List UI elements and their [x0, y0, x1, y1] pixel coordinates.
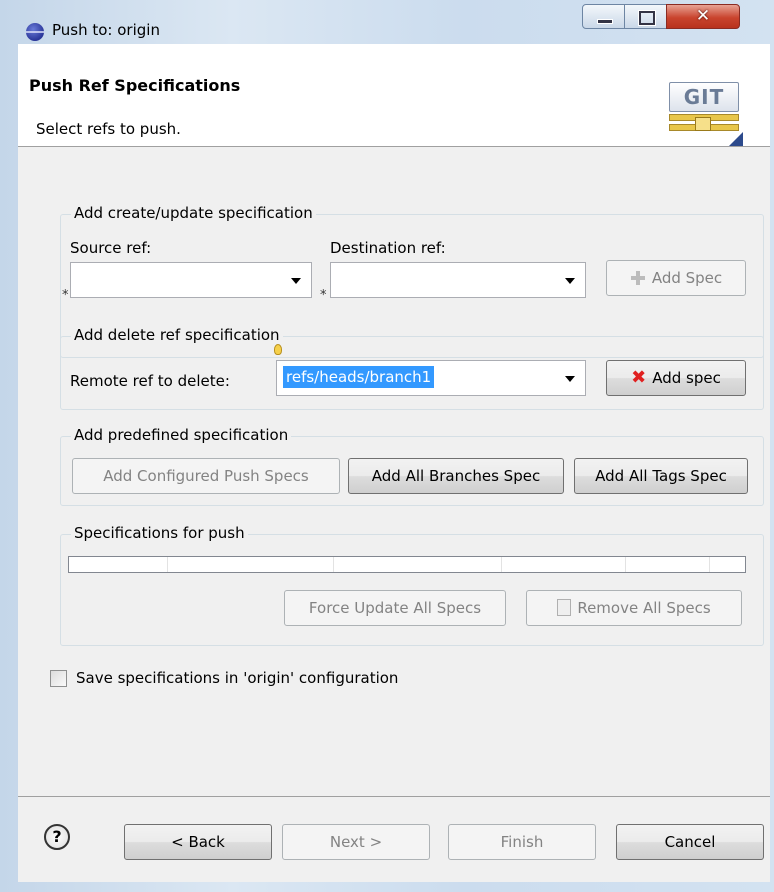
finish-button[interactable]: Finish	[448, 824, 596, 860]
chevron-down-icon	[291, 278, 301, 284]
specs-table[interactable]	[68, 556, 746, 573]
remote-ref-value[interactable]: refs/heads/branch1	[283, 366, 435, 388]
wizard-banner: Push Ref Specifications Select refs to p…	[18, 44, 770, 147]
predefined-group-title: Add predefined specification	[71, 426, 292, 444]
git-logo-text: GIT	[669, 82, 739, 112]
footer-separator	[18, 796, 770, 797]
minimize-button[interactable]	[582, 4, 625, 29]
chevron-down-icon	[565, 376, 575, 382]
remove-all-specs-button[interactable]: Remove All Specs	[526, 590, 742, 626]
destination-ref-label: Destination ref:	[330, 239, 446, 257]
remove-page-icon	[557, 599, 572, 616]
git-logo-icon: GIT	[669, 76, 743, 146]
save-specs-label[interactable]: Save specifications in 'origin' configur…	[76, 669, 398, 687]
dialog-client: Push Ref Specifications Select refs to p…	[18, 44, 770, 882]
window-frame: Push to: origin ✕ Push Ref Specification…	[0, 0, 774, 892]
source-ref-label: Source ref:	[70, 239, 152, 257]
eclipse-icon	[26, 23, 44, 41]
red-x-icon: ✖	[631, 366, 647, 388]
remote-ref-label: Remote ref to delete:	[70, 372, 230, 390]
add-configured-push-specs-button[interactable]: Add Configured Push Specs	[72, 458, 340, 494]
plus-icon	[630, 270, 646, 286]
page-title: Push Ref Specifications	[29, 76, 241, 95]
next-button[interactable]: Next >	[282, 824, 430, 860]
back-button[interactable]: < Back	[124, 824, 272, 860]
add-all-branches-spec-button[interactable]: Add All Branches Spec	[348, 458, 564, 494]
maximize-button[interactable]	[624, 4, 667, 29]
page-subtitle: Select refs to push.	[36, 120, 181, 138]
delete-ref-group-title: Add delete ref specification	[71, 326, 283, 344]
specs-group-title: Specifications for push	[71, 524, 248, 542]
window-title: Push to: origin	[52, 21, 160, 39]
add-all-tags-spec-button[interactable]: Add All Tags Spec	[574, 458, 748, 494]
destination-required-marker: *	[320, 288, 327, 303]
source-ref-combo[interactable]	[70, 262, 312, 298]
close-button[interactable]: ✕	[666, 4, 740, 29]
create-update-group-title: Add create/update specification	[71, 204, 316, 222]
add-delete-spec-button[interactable]: ✖ Add spec	[606, 360, 746, 396]
save-specs-checkbox[interactable]	[50, 670, 67, 687]
add-spec-button[interactable]: Add Spec	[606, 260, 746, 296]
chevron-down-icon	[565, 278, 575, 284]
destination-ref-combo[interactable]	[330, 262, 586, 298]
content-assist-icon	[274, 344, 282, 355]
remote-ref-combo[interactable]: refs/heads/branch1	[276, 360, 586, 396]
force-update-all-specs-button[interactable]: Force Update All Specs	[284, 590, 506, 626]
source-required-marker: *	[62, 288, 69, 303]
close-icon: ✕	[695, 6, 711, 26]
cancel-button[interactable]: Cancel	[616, 824, 764, 860]
title-bar[interactable]: Push to: origin ✕	[0, 0, 774, 44]
question-icon[interactable]: ?	[44, 824, 70, 850]
